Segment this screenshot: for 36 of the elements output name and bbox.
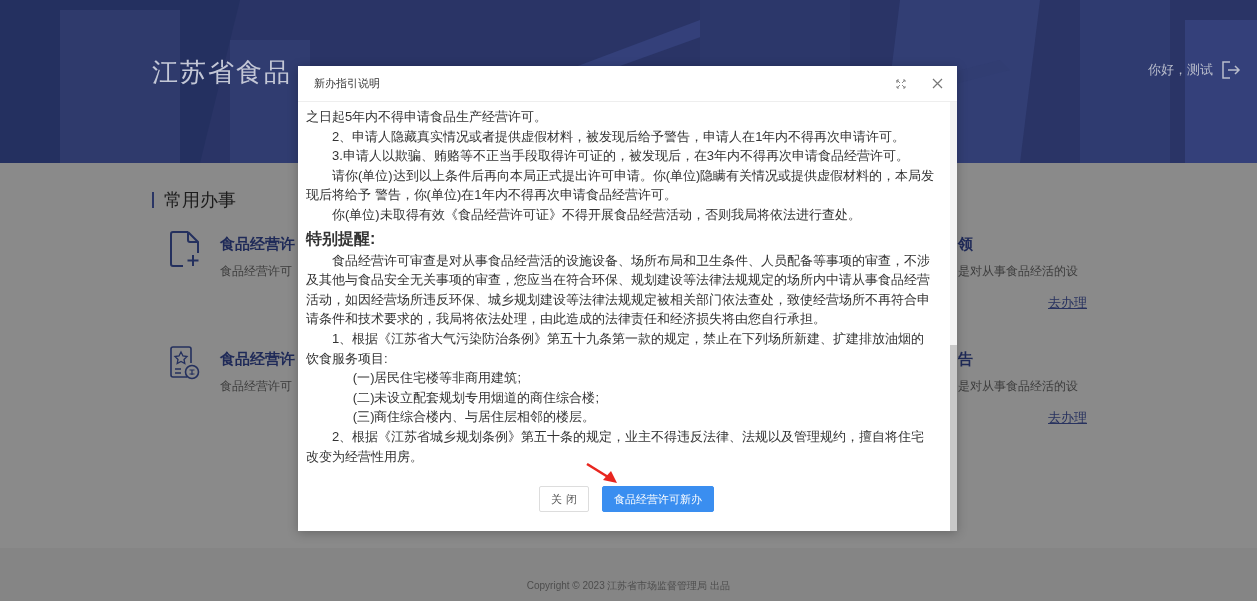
go-handle-link[interactable]: 去办理 [1048, 408, 1087, 428]
list-item: (二)未设立配套规划专用烟道的商住综合楼; [351, 388, 601, 407]
service-title[interactable]: 领 [958, 233, 1095, 255]
site-title: 江苏省食品 [152, 56, 292, 89]
paragraph: 3.申请人以欺骗、贿赂等不正当手段取得许可证的，被发现后，在3年内不得再次申请食品经营许可。 [331, 147, 911, 166]
paragraph: 2、申请人隐藏真实情况或者提供虚假材料，被发现后给予警告，申请人在1年内不得再次申请许可。 [331, 127, 907, 146]
list-item: (一)居民住宅楼等非商用建筑; [351, 369, 523, 388]
paragraph: 2、根据《江苏省城乡规划条例》第五十条的规定，业主不得违反法律、法规以及管理规约，擅自将住宅改变为经营性用房。 [306, 427, 926, 466]
scrollbar[interactable] [950, 102, 957, 531]
paragraph: 之日起5年内不得申请食品生产经营许可。 [306, 108, 549, 126]
service-title[interactable]: 告 [958, 348, 1095, 370]
apply-button[interactable]: 食品经营许可新办 [601, 486, 714, 513]
arrow [586, 463, 618, 484]
list-item: (三)商住综合楼内、与居住层相邻的楼层。 [351, 408, 597, 427]
service-description: 食品经营许可 [220, 378, 293, 394]
service-description: 食品经营许可 [220, 263, 293, 279]
service-description: 是对从事食品经活的设 [958, 378, 1079, 394]
paragraph: 1、根据《江苏省大气污染防治条例》第五十九条第一款的规定，禁止在下列场所新建、扩建排放油烟的饮食服务项目: [306, 329, 926, 368]
paragraph: 请你(单位)达到以上条件后再向本局正式提出许可申请。你(单位)隐瞒有关情况或提供虚假材料的，本局发现后将给予 警告，你(单位)在1年内不得再次申请食品经营许可。 [306, 166, 935, 205]
service-title[interactable]: 食品经营许 [220, 348, 295, 370]
service-description: 是对从事食品经活的设 [958, 263, 1079, 279]
service-title[interactable]: 食品经营许 [220, 233, 295, 255]
dialog-title: 新办指引说明 [314, 76, 380, 92]
section-heading: 特别提醒: [306, 228, 377, 249]
paragraph: 食品经营许可审查是对从事食品经营活的设施设备、场所布局和卫生条件、人员配备等事项的审查，不涉及其他与食品安全无关事项的审查，您应当在符合环保、规划建设等法律法规规定的场所内中请从事食品经营活动，如因经营场所违反环保、城乡规划建设等法律法规规定被相关部门依法查处，致使经营场所不再符合申请条件和技术要求的，我局将依法处理，由此造成的法律责任和经济损失将由您自行承担。 [306, 251, 931, 329]
certificate-icon [170, 346, 200, 380]
user-greeting: 你好，测试 [1148, 61, 1213, 80]
logout-icon[interactable] [1221, 60, 1241, 80]
maximize-icon[interactable] [896, 78, 906, 89]
go-handle-link[interactable]: 去办理 [1048, 293, 1087, 313]
close-icon[interactable] [932, 78, 943, 89]
section-title: 常用办事 [152, 192, 236, 208]
scrollbar-thumb[interactable] [950, 345, 957, 531]
close-button[interactable]: 关 闭 [539, 486, 589, 513]
paragraph: 你(单位)未取得有效《食品经营许可证》不得开展食品经营活动，否则我局将依法进行查处。 [331, 205, 862, 224]
file-add-icon [170, 231, 200, 267]
